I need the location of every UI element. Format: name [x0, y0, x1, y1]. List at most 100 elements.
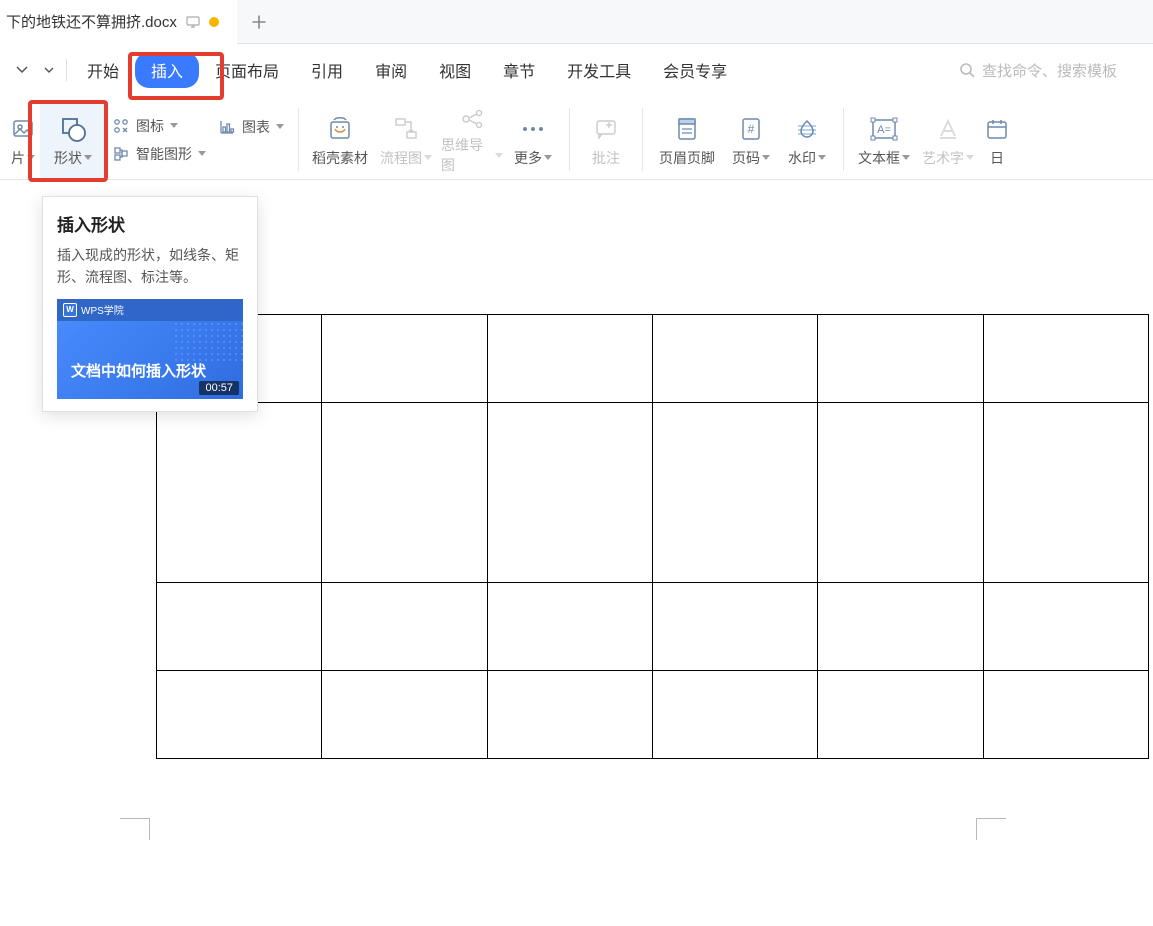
- ribbon-separator: [843, 108, 844, 171]
- video-duration-badge: 00:57: [199, 381, 239, 395]
- presentation-mode-icon[interactable]: [185, 14, 201, 30]
- quickaccess-chevron-icon[interactable]: [40, 56, 58, 84]
- shape-label: 形状: [54, 148, 82, 168]
- flowchart-icon: [389, 112, 423, 146]
- wordart-label: 艺术字: [922, 148, 964, 168]
- header-footer-label: 页眉页脚: [659, 148, 715, 168]
- document-tab[interactable]: 下的地铁还不算拥挤.docx: [0, 0, 237, 44]
- date-icon: [980, 112, 1014, 146]
- insert-picture-button[interactable]: 片: [6, 100, 40, 179]
- thumb-title: 文档中如何插入形状: [71, 360, 243, 381]
- chart-label: 图表: [242, 117, 270, 137]
- textbox-button[interactable]: A= 文本框: [852, 100, 916, 179]
- wordart-button[interactable]: 艺术字: [916, 100, 980, 179]
- tooltip-video-thumbnail[interactable]: W WPS学院 文档中如何插入形状 00:57: [57, 299, 243, 399]
- chevron-down-icon: [902, 155, 910, 160]
- chevron-down-icon: [84, 155, 92, 160]
- tooltip-description: 插入现成的形状，如线条、矩形、流程图、标注等。: [57, 244, 245, 289]
- flowchart-button[interactable]: 流程图: [373, 100, 439, 179]
- tab-references[interactable]: 引用: [295, 52, 359, 88]
- table-row[interactable]: [157, 583, 1149, 671]
- chevron-down-icon: [966, 155, 974, 160]
- picture-icon: [6, 112, 40, 146]
- shape-icon: [56, 112, 90, 146]
- chevron-down-icon: [495, 153, 503, 158]
- search-placeholder: 查找命令、搜索模板: [982, 60, 1117, 81]
- watermark-label: 水印: [788, 148, 816, 168]
- comment-button[interactable]: 批注: [578, 100, 634, 179]
- svg-text:#: #: [748, 122, 755, 136]
- table-row[interactable]: [157, 671, 1149, 759]
- document-table[interactable]: [156, 314, 1149, 759]
- svg-text:A=: A=: [877, 124, 891, 136]
- chevron-down-icon: [424, 155, 432, 160]
- chevron-down-icon: [544, 155, 552, 160]
- tab-member[interactable]: 会员专享: [647, 52, 743, 88]
- wps-logo-icon: W: [63, 303, 77, 317]
- thumb-decoration: [173, 321, 243, 361]
- tab-view[interactable]: 视图: [423, 52, 487, 88]
- date-button[interactable]: 日: [980, 100, 1014, 179]
- more-icon: [516, 112, 550, 146]
- tab-page-layout[interactable]: 页面布局: [199, 52, 295, 88]
- date-label: 日: [990, 148, 1004, 168]
- tooltip-title: 插入形状: [57, 211, 245, 236]
- tab-devtools[interactable]: 开发工具: [551, 52, 647, 88]
- new-tab-button[interactable]: [237, 0, 281, 44]
- insert-chart-button[interactable]: 图表: [218, 117, 284, 137]
- table-row[interactable]: [157, 403, 1149, 583]
- search-icon: [958, 61, 976, 79]
- file-menu-dropdown[interactable]: [8, 56, 36, 84]
- comment-label: 批注: [592, 148, 620, 168]
- comment-icon: [589, 112, 623, 146]
- header-footer-button[interactable]: 页眉页脚: [651, 100, 723, 179]
- chevron-down-icon: [818, 155, 826, 160]
- page-number-icon: #: [734, 112, 768, 146]
- mindmap-button[interactable]: 思维导图: [439, 100, 505, 179]
- command-search[interactable]: 查找命令、搜索模板: [958, 60, 1145, 81]
- page-margin-marker-right: [976, 818, 1006, 840]
- insert-shape-button[interactable]: 形状: [40, 100, 106, 179]
- shape-tooltip-popup: 插入形状 插入现成的形状，如线条、矩形、流程图、标注等。 W WPS学院 文档中…: [42, 196, 258, 412]
- chevron-down-icon: [276, 124, 284, 129]
- header-footer-icon: [670, 112, 704, 146]
- watermark-button[interactable]: 水印: [779, 100, 835, 179]
- chevron-down-icon: [27, 155, 35, 160]
- tab-review[interactable]: 审阅: [359, 52, 423, 88]
- document-tab-filename: 下的地铁还不算拥挤.docx: [6, 11, 177, 32]
- tab-insert[interactable]: 插入: [135, 52, 199, 88]
- flowchart-label: 流程图: [380, 148, 422, 168]
- ribbon-separator: [642, 108, 643, 171]
- insert-smartart-button[interactable]: 智能图形: [112, 144, 206, 164]
- page-number-button[interactable]: # 页码: [723, 100, 779, 179]
- daoke-assets-button[interactable]: 稻壳素材: [307, 100, 373, 179]
- daoke-icon: [323, 112, 357, 146]
- textbox-icon: A=: [867, 112, 901, 146]
- thumb-banner-label: WPS学院: [81, 302, 124, 317]
- table-row[interactable]: [157, 315, 1149, 403]
- mindmap-icon: [455, 104, 489, 133]
- tab-start[interactable]: 开始: [71, 52, 135, 88]
- smartart-icon: [112, 145, 130, 163]
- icons-label: 图标: [136, 116, 164, 136]
- insert-icons-button[interactable]: 图标: [112, 116, 206, 136]
- tab-sections[interactable]: 章节: [487, 52, 551, 88]
- wordart-icon: [931, 112, 965, 146]
- more-label: 更多: [514, 148, 542, 168]
- ribbon-separator: [298, 108, 299, 171]
- menu-separator: [66, 59, 67, 81]
- chevron-down-icon: [762, 155, 770, 160]
- title-tab-bar: 下的地铁还不算拥挤.docx: [0, 0, 1153, 44]
- icons-icon: [112, 117, 130, 135]
- more-button[interactable]: 更多: [505, 100, 561, 179]
- chevron-down-icon: [198, 151, 206, 156]
- watermark-icon: [790, 112, 824, 146]
- mindmap-label: 思维导图: [441, 135, 493, 175]
- menu-bar: 开始 插入 页面布局 引用 审阅 视图 章节 开发工具 会员专享 查找命令、搜索…: [0, 44, 1153, 96]
- textbox-label: 文本框: [858, 148, 900, 168]
- ribbon-insert: 片 形状 图标 智能图形 图表: [0, 96, 1153, 180]
- smartart-label: 智能图形: [136, 144, 192, 164]
- daoke-label: 稻壳素材: [312, 148, 368, 168]
- chart-icon: [218, 118, 236, 136]
- page-margin-marker-left: [120, 818, 150, 840]
